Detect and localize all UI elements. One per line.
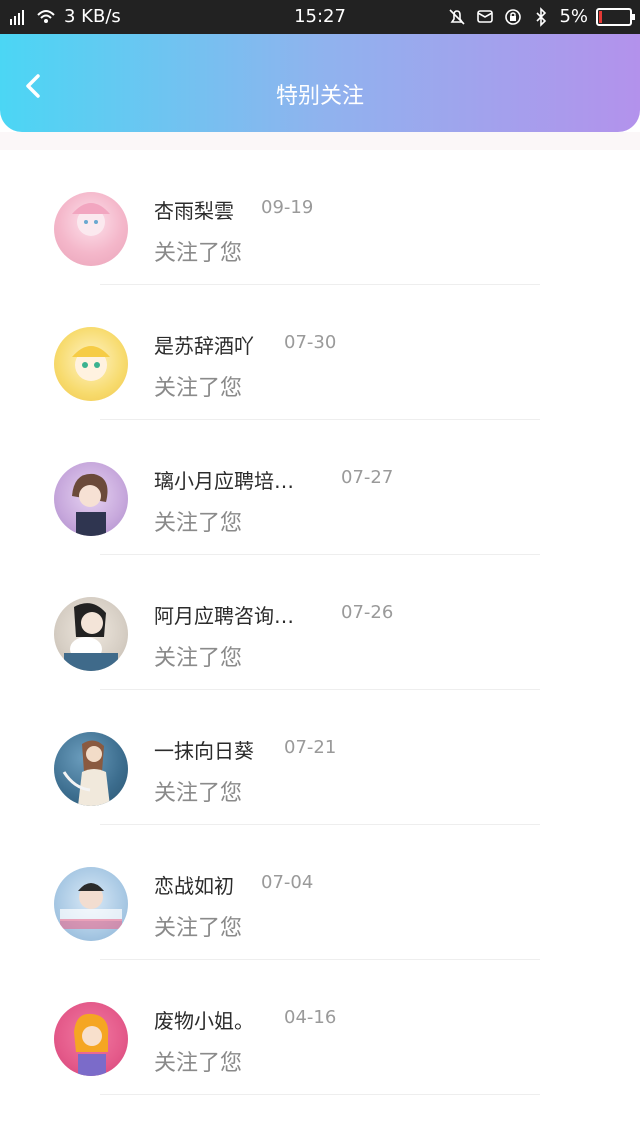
avatar-illustration [72, 473, 108, 536]
follow-date: 09-19 [261, 197, 314, 218]
follow-action: 关注了您 [154, 646, 243, 671]
list-item[interactable]: 是苏辞酒吖 07-30 关注了您 [0, 285, 640, 420]
follow-date: 07-30 [284, 332, 337, 353]
follow-date: 04-16 [284, 1007, 337, 1028]
list-item[interactable]: 废物小姐。 04-16 关注了您 [0, 960, 640, 1095]
user-name: 是苏辞酒吖 [154, 334, 254, 358]
page-title: 特别关注 [275, 84, 364, 109]
list-item[interactable]: 一抹向日葵 07-21 关注了您 [0, 690, 640, 825]
battery-percent: 5% [559, 6, 588, 27]
avatar-illustration [72, 346, 110, 381]
avatar[interactable] [54, 327, 128, 401]
list-item[interactable]: 阿月应聘咨询… 07-26 关注了您 [0, 555, 640, 690]
follow-action: 关注了您 [154, 376, 243, 401]
follow-date: 07-04 [261, 872, 314, 893]
user-name: 杏雨梨雲 [154, 199, 234, 223]
follow-date: 07-21 [284, 737, 337, 758]
avatar[interactable] [54, 462, 128, 536]
avatar-illustration [74, 1013, 109, 1076]
avatar[interactable] [54, 1002, 128, 1076]
user-name: 恋战如初 [154, 874, 234, 898]
message-icon [477, 9, 494, 23]
divider-strip [0, 132, 640, 150]
list-item[interactable]: 璃小月应聘培… 07-27 关注了您 [0, 420, 640, 555]
avatar-illustration [64, 603, 118, 671]
app-header: 特别关注 [0, 34, 640, 132]
user-name: 阿月应聘咨询… [154, 604, 294, 628]
follow-action: 关注了您 [154, 511, 243, 536]
avatar[interactable] [54, 867, 128, 941]
follow-action: 关注了您 [154, 916, 243, 941]
user-name: 一抹向日葵 [154, 739, 254, 763]
list-item[interactable]: 恋战如初 07-04 关注了您 [0, 825, 640, 960]
avatar-illustration [60, 883, 122, 929]
row-divider [100, 1094, 540, 1095]
list-item[interactable]: 杏雨梨雲 09-19 关注了您 [0, 150, 640, 285]
follow-date: 07-26 [341, 602, 394, 623]
status-bar: 3 KB/s 15:27 5% [0, 0, 640, 34]
user-name: 废物小姐。 [154, 1009, 254, 1033]
avatar[interactable] [54, 732, 128, 806]
avatar[interactable] [54, 597, 128, 671]
follow-action: 关注了您 [154, 1051, 243, 1076]
rotation-lock-icon [505, 8, 522, 25]
user-name: 璃小月应聘培… [154, 469, 294, 493]
follow-action: 关注了您 [154, 241, 243, 266]
avatar-illustration [62, 740, 110, 806]
bell-off-icon [449, 8, 466, 25]
status-right: 5% [447, 6, 635, 27]
avatar-illustration [72, 203, 110, 236]
battery-icon [596, 7, 635, 26]
bluetooth-icon [536, 6, 547, 27]
avatar[interactable] [54, 192, 128, 266]
follow-action: 关注了您 [154, 781, 243, 806]
follow-list: 杏雨梨雲 09-19 关注了您 是苏辞酒吖 07-30 关注了您 璃小月应聘培…… [0, 150, 640, 1095]
follow-date: 07-27 [341, 467, 394, 488]
